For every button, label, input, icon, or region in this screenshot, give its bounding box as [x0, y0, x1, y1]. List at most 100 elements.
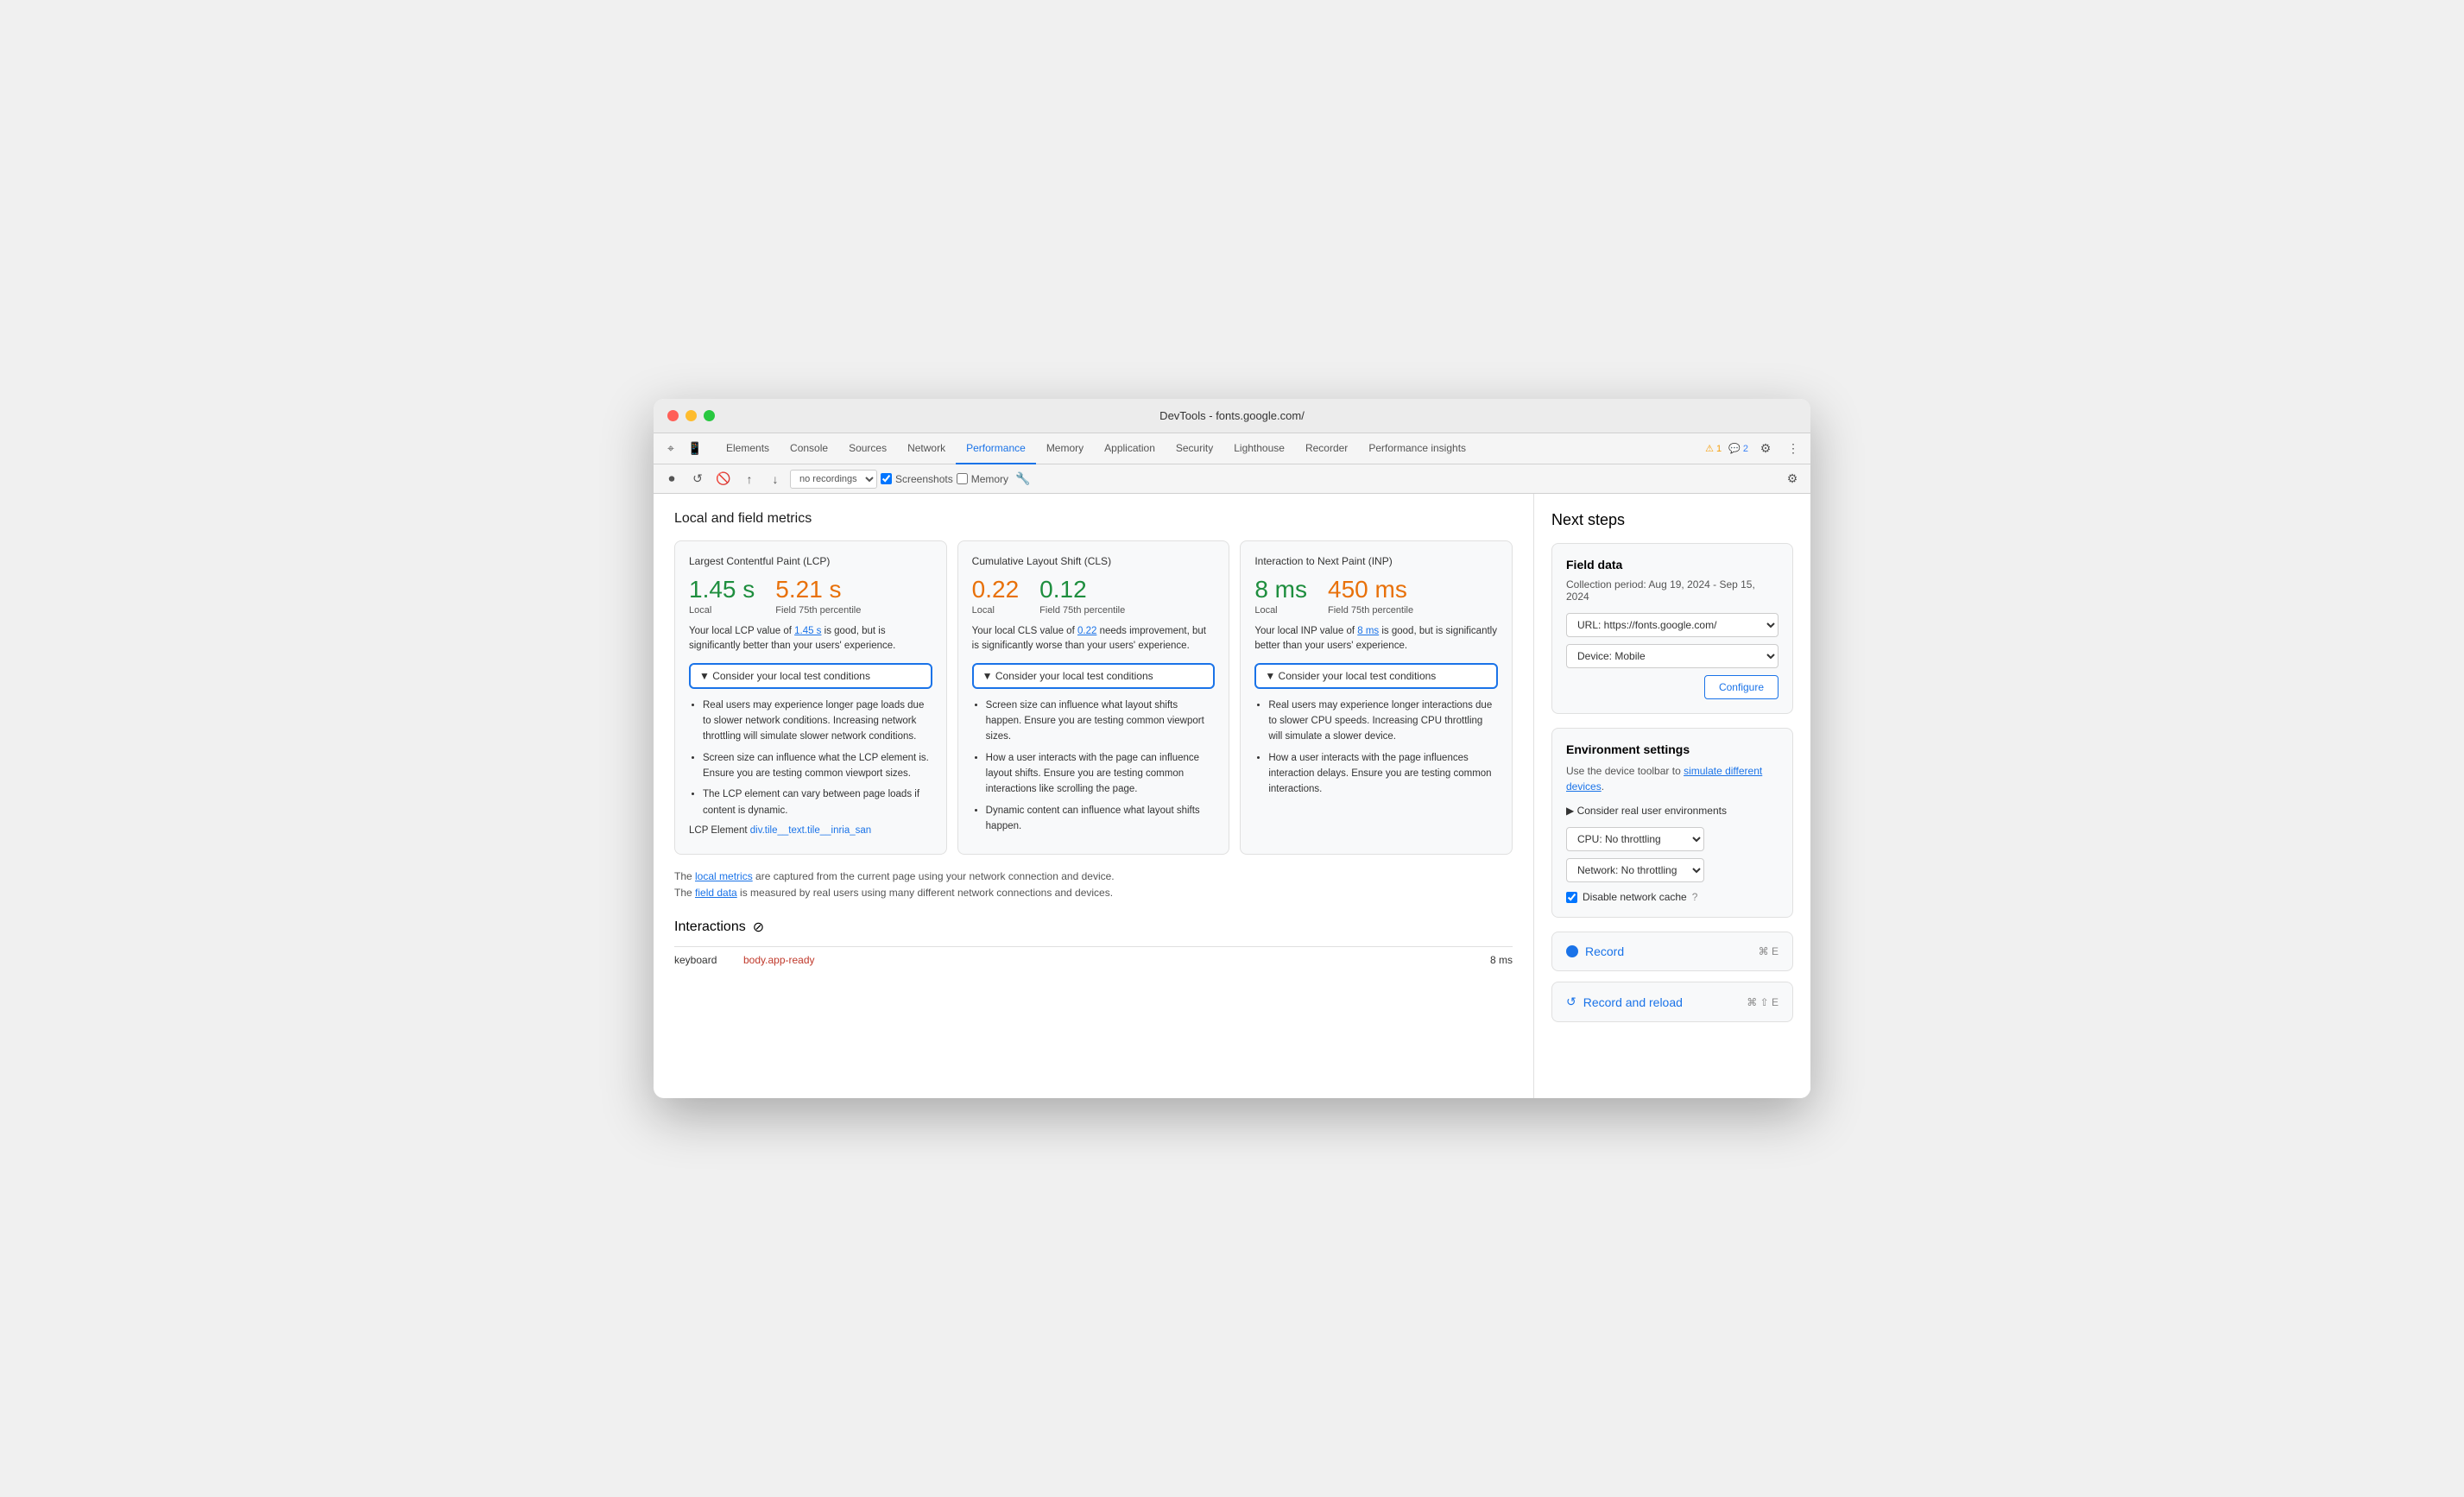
lcp-bullet-list: Real users may experience longer page lo…: [689, 698, 932, 819]
cpu-select[interactable]: CPU: No throttling CPU: 4x slowdown CPU:…: [1566, 827, 1704, 851]
local-metrics-link[interactable]: local metrics: [695, 870, 753, 882]
record-button[interactable]: Record: [1566, 944, 1624, 958]
next-steps-title: Next steps: [1551, 511, 1793, 529]
memory-profile-icon[interactable]: 🔧: [1012, 468, 1034, 490]
traffic-lights: [667, 410, 715, 421]
disable-cache-label: Disable network cache: [1583, 891, 1687, 903]
cls-field-label: Field 75th percentile: [1039, 605, 1125, 616]
tab-performance[interactable]: Performance: [956, 433, 1036, 464]
screenshots-label: Screenshots: [895, 473, 953, 485]
inp-title: Interaction to Next Paint (INP): [1254, 555, 1498, 567]
warning-badge[interactable]: ⚠ 1: [1705, 443, 1722, 454]
record-reload-section: ↺ Record and reload ⌘ ⇧ E: [1551, 982, 1793, 1022]
toolbar-settings-icon[interactable]: ⚙: [1781, 468, 1804, 490]
disable-cache-checkbox[interactable]: [1566, 892, 1577, 903]
configure-button[interactable]: Configure: [1704, 675, 1779, 699]
device-select[interactable]: Device: Mobile: [1566, 644, 1779, 668]
environment-description: Use the device toolbar to simulate diffe…: [1566, 763, 1779, 794]
devtools-window: DevTools - fonts.google.com/ ⌖ 📱 Element…: [654, 399, 1810, 1098]
lcp-consider-label: ▼ Consider your local test conditions: [699, 670, 870, 682]
minimize-button[interactable]: [685, 410, 697, 421]
lcp-local-label: Local: [689, 605, 755, 616]
list-item: Screen size can influence what layout sh…: [986, 698, 1216, 745]
cls-field-value: 0.12: [1039, 576, 1125, 603]
cls-consider-btn[interactable]: ▼ Consider your local test conditions: [972, 663, 1216, 689]
settings-icon[interactable]: ⚙: [1755, 439, 1776, 459]
clear-button[interactable]: 🚫: [712, 468, 735, 490]
tab-performance-insights[interactable]: Performance insights: [1358, 433, 1476, 464]
devtools-tab-bar: ⌖ 📱 Elements Console Sources Network Per…: [654, 433, 1810, 464]
tab-application[interactable]: Application: [1094, 433, 1166, 464]
memory-checkbox-label: Memory: [957, 473, 1008, 485]
record-reload-button[interactable]: ↺ Record and reload: [1566, 995, 1683, 1009]
tab-console[interactable]: Console: [780, 433, 838, 464]
cls-local-value: 0.22: [972, 576, 1020, 603]
interactions-icon: ⊘: [753, 919, 764, 936]
right-panel: Next steps Field data Collection period:…: [1534, 494, 1810, 1098]
record-button[interactable]: ⏺: [660, 468, 683, 490]
mobile-icon[interactable]: 📱: [685, 439, 705, 459]
inp-local-block: 8 ms Local: [1254, 576, 1307, 616]
download-button[interactable]: ↓: [764, 468, 787, 490]
list-item: Dynamic content can influence what layou…: [986, 803, 1216, 835]
inp-card: Interaction to Next Paint (INP) 8 ms Loc…: [1240, 540, 1513, 855]
interactions-title: Interactions: [674, 919, 746, 935]
tab-security[interactable]: Security: [1166, 433, 1223, 464]
interaction-selector[interactable]: body.app-ready: [743, 954, 1490, 966]
simulate-devices-link[interactable]: simulate different devices: [1566, 765, 1762, 793]
url-select[interactable]: URL: https://fonts.google.com/: [1566, 613, 1779, 637]
lcp-card: Largest Contentful Paint (LCP) 1.45 s Lo…: [674, 540, 947, 855]
reload-button[interactable]: ↺: [686, 468, 709, 490]
tab-sources[interactable]: Sources: [838, 433, 897, 464]
warning-count: 1: [1716, 444, 1722, 454]
field-data-link[interactable]: field data: [695, 887, 737, 899]
cpu-dropdown-row: CPU: No throttling CPU: 4x slowdown CPU:…: [1566, 827, 1779, 851]
upload-button[interactable]: ↑: [738, 468, 761, 490]
lcp-description: Your local LCP value of 1.45 s is good, …: [689, 624, 932, 654]
tab-network[interactable]: Network: [897, 433, 956, 464]
maximize-button[interactable]: [704, 410, 715, 421]
list-item: How a user interacts with the page can i…: [986, 750, 1216, 798]
tab-recorder[interactable]: Recorder: [1295, 433, 1358, 464]
inp-local-value: 8 ms: [1254, 576, 1307, 603]
cursor-icon[interactable]: ⌖: [660, 439, 681, 459]
lcp-title: Largest Contentful Paint (LCP): [689, 555, 932, 567]
record-reload-label: Record and reload: [1583, 995, 1683, 1009]
lcp-field-value: 5.21 s: [775, 576, 861, 603]
environment-title: Environment settings: [1566, 742, 1779, 756]
lcp-element-label: LCP Element: [689, 825, 748, 836]
recordings-select[interactable]: no recordings: [790, 470, 877, 489]
reload-icon: ↺: [1566, 995, 1576, 1009]
lcp-element-value[interactable]: div.tile__text.tile__inria_san: [750, 825, 871, 836]
cls-highlight: 0.22: [1077, 626, 1096, 636]
help-icon[interactable]: ?: [1692, 891, 1698, 903]
device-dropdown-row: Device: Mobile: [1566, 644, 1779, 668]
inp-consider-btn[interactable]: ▼ Consider your local test conditions: [1254, 663, 1498, 689]
tab-memory[interactable]: Memory: [1036, 433, 1094, 464]
inp-local-label: Local: [1254, 605, 1307, 616]
close-button[interactable]: [667, 410, 679, 421]
more-icon[interactable]: ⋮: [1783, 439, 1804, 459]
screenshots-checkbox[interactable]: [881, 473, 892, 484]
interaction-row: keyboard body.app-ready 8 ms: [674, 946, 1513, 973]
consider-real-user[interactable]: Consider real user environments: [1566, 805, 1779, 817]
lcp-consider-btn[interactable]: ▼ Consider your local test conditions: [689, 663, 932, 689]
lcp-field-label: Field 75th percentile: [775, 605, 861, 616]
cls-local-label: Local: [972, 605, 1020, 616]
network-select[interactable]: Network: No throttling Network: Fast 3G …: [1566, 858, 1704, 882]
list-item: Screen size can influence what the LCP e…: [703, 750, 932, 782]
info-badge[interactable]: 💬 2: [1728, 443, 1748, 454]
record-dot-icon: [1566, 945, 1578, 957]
lcp-local-value: 1.45 s: [689, 576, 755, 603]
memory-label: Memory: [971, 473, 1008, 485]
interactions-header: Interactions ⊘: [674, 919, 1513, 936]
cls-description: Your local CLS value of 0.22 needs impro…: [972, 624, 1216, 654]
window-title: DevTools - fonts.google.com/: [1159, 409, 1305, 422]
memory-checkbox[interactable]: [957, 473, 968, 484]
section-title: Local and field metrics: [674, 511, 1513, 527]
tab-elements[interactable]: Elements: [716, 433, 780, 464]
lcp-element: LCP Element div.tile__text.tile__inria_s…: [689, 825, 932, 836]
tab-lighthouse[interactable]: Lighthouse: [1223, 433, 1295, 464]
cls-values: 0.22 Local 0.12 Field 75th percentile: [972, 576, 1216, 616]
record-reload-shortcut: ⌘ ⇧ E: [1747, 996, 1779, 1008]
